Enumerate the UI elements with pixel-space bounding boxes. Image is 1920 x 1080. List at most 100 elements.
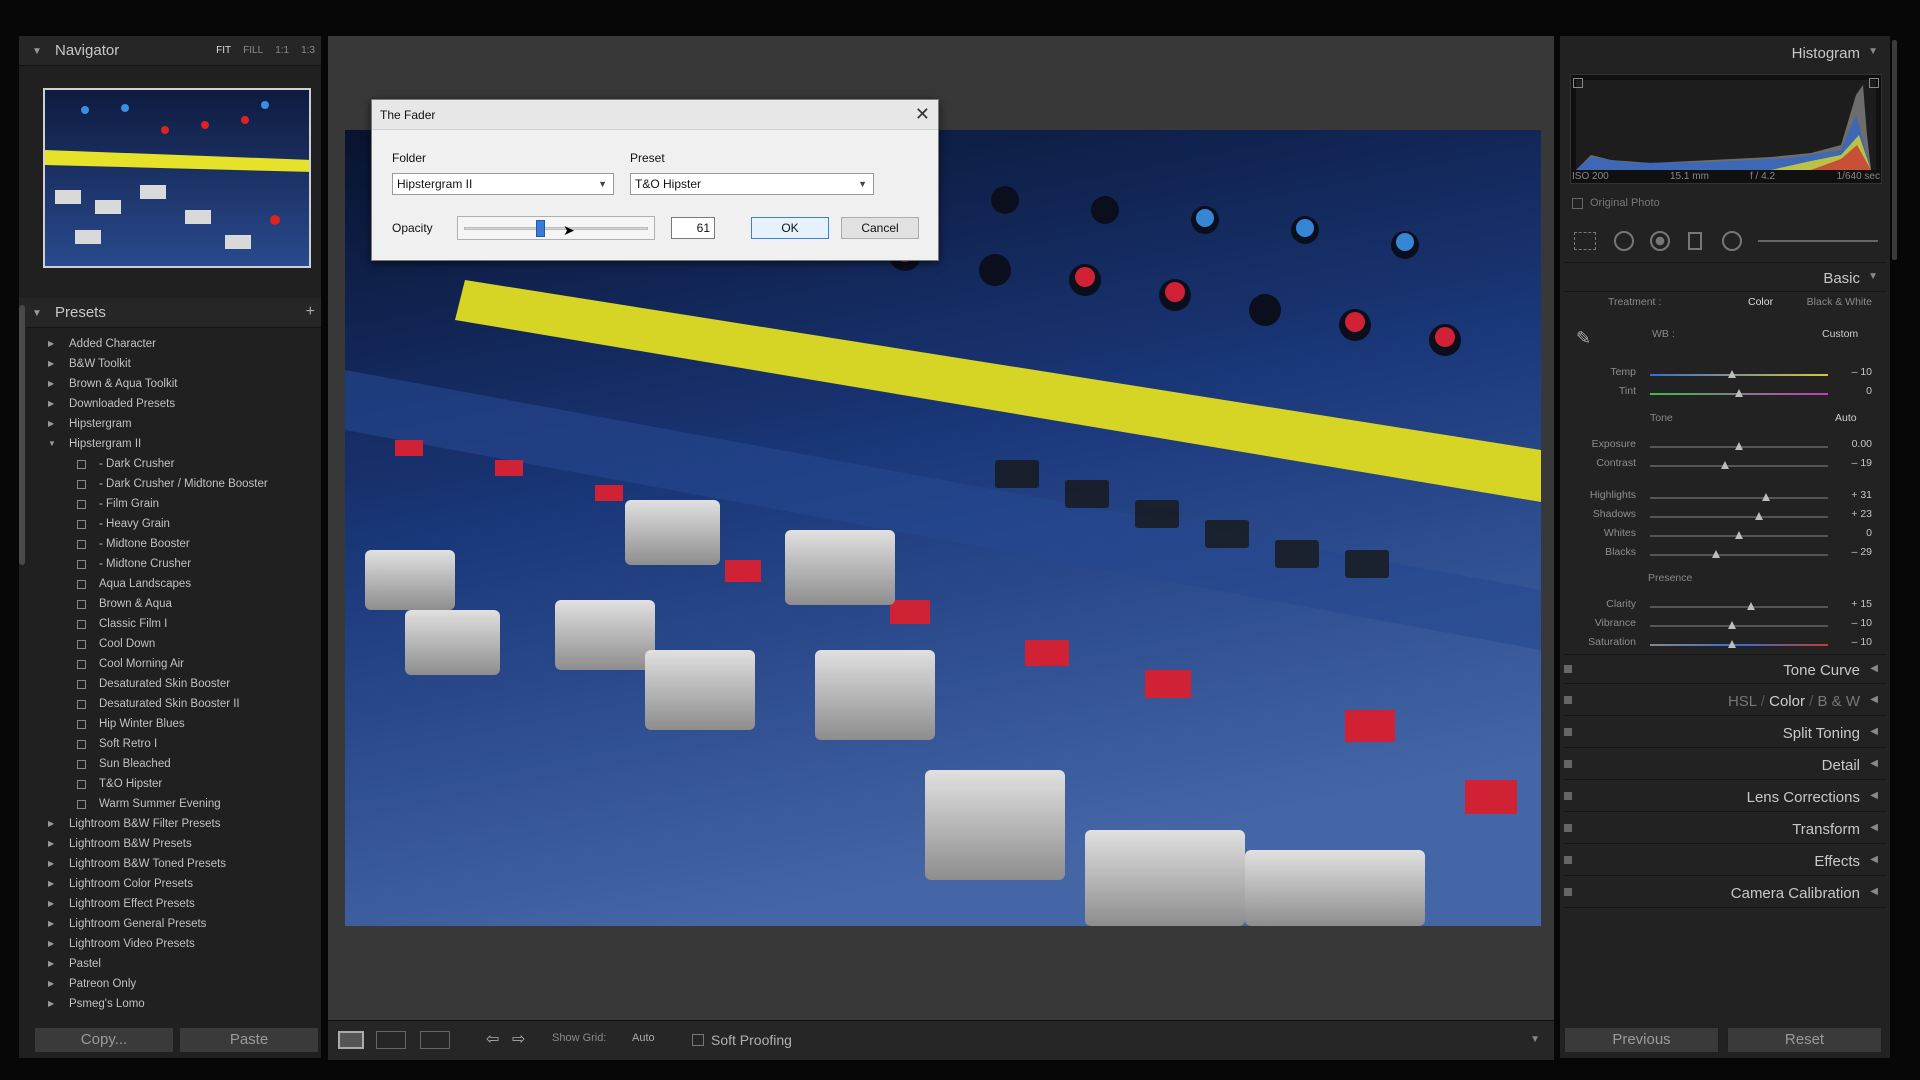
preset-folder[interactable]: ▶ Lightroom Video Presets (27, 934, 321, 954)
toolbar-menu-icon[interactable]: ▼ (1530, 1034, 1540, 1045)
tab-hsl[interactable]: HSL (1728, 693, 1757, 710)
preset-folder[interactable]: ▶ B&W Toolkit (27, 354, 321, 374)
slider-whites[interactable]: Whites 0 (1564, 527, 1886, 545)
expand-triangle-icon[interactable]: ◀ (1870, 694, 1878, 705)
hsl-header[interactable]: HSL / Color / B & W ◀ (1564, 686, 1886, 716)
before-after-split-icon[interactable] (420, 1031, 450, 1049)
effects-header[interactable]: Effects ◀ (1564, 846, 1886, 876)
preset-folder[interactable]: ▶ Lightroom General Presets (27, 914, 321, 934)
transform-header[interactable]: Transform ◀ (1564, 814, 1886, 844)
folder-collapsed-icon[interactable]: ▶ (48, 354, 54, 374)
slider-thumb[interactable] (1747, 602, 1756, 610)
slider-thumb[interactable] (1711, 550, 1720, 558)
slider-thumb[interactable] (1754, 512, 1763, 520)
preset-folder[interactable]: ▶ Lightroom Color Presets (27, 874, 321, 894)
folder-select[interactable]: Hipstergram II ▼ (392, 173, 614, 195)
slider-value[interactable]: – 29 (1832, 546, 1872, 558)
slider-value[interactable]: – 10 (1832, 617, 1872, 629)
slider-track[interactable] (1650, 516, 1828, 518)
treatment-color-option[interactable]: Color (1748, 296, 1773, 308)
arrow-right-icon[interactable]: ⇨ (512, 1029, 525, 1049)
preset-folder[interactable]: ▶ Added Character (27, 334, 321, 354)
opacity-input[interactable]: 61 (671, 217, 715, 239)
preset-item[interactable]: - Midtone Booster (27, 534, 321, 554)
preset-item[interactable]: Aqua Landscapes (27, 574, 321, 594)
zoom-fill[interactable]: FILL (243, 45, 263, 56)
preset-folder[interactable]: ▶ Hipstergram (27, 414, 321, 434)
slider-vibrance[interactable]: Vibrance – 10 (1564, 617, 1886, 635)
adjustment-brush-icon[interactable] (1758, 240, 1878, 242)
wb-select[interactable]: Custom (1822, 328, 1858, 340)
presets-header[interactable]: ▼ Presets + (19, 298, 321, 328)
panel-switch-icon[interactable] (1564, 728, 1572, 736)
preset-item[interactable]: Cool Morning Air (27, 654, 321, 674)
radial-filter-icon[interactable] (1722, 231, 1742, 251)
folder-expanded-icon[interactable]: ▼ (48, 434, 56, 454)
folder-collapsed-icon[interactable]: ▶ (48, 334, 54, 354)
crop-tool-icon[interactable] (1574, 232, 1596, 250)
reset-button[interactable]: Reset (1727, 1027, 1882, 1053)
show-grid-select[interactable]: Auto (632, 1032, 655, 1050)
slider-thumb[interactable] (1761, 493, 1770, 501)
zoom-fit[interactable]: FIT (216, 45, 231, 56)
preset-folder[interactable]: ▶ Lightroom B&W Filter Presets (27, 814, 321, 834)
slider-track[interactable] (1650, 606, 1828, 608)
histogram-graph[interactable] (1570, 74, 1882, 184)
slider-value[interactable]: 0.00 (1832, 438, 1872, 450)
tab-bw[interactable]: B & W (1817, 693, 1860, 710)
histogram-header[interactable]: Histogram ▼ (1564, 38, 1886, 68)
arrow-left-icon[interactable]: ⇦ (486, 1029, 499, 1049)
navigator-header[interactable]: ▼ Navigator FIT FILL 1:1 1:3 (19, 36, 321, 66)
slider-value[interactable]: – 10 (1832, 366, 1872, 378)
split-toning-header[interactable]: Split Toning ◀ (1564, 718, 1886, 748)
panel-switch-icon[interactable] (1564, 856, 1572, 864)
slider-thumb[interactable] (1727, 640, 1736, 648)
tone-curve-header[interactable]: Tone Curve ◀ (1564, 654, 1886, 684)
zoom-1-3[interactable]: 1:3 (301, 45, 315, 56)
zoom-1-1[interactable]: 1:1 (275, 45, 289, 56)
previous-button[interactable]: Previous (1564, 1027, 1719, 1053)
left-panel-scrollbar[interactable] (19, 305, 25, 565)
opacity-slider[interactable] (457, 216, 655, 240)
preset-folder[interactable]: ▶ Downloaded Presets (27, 394, 321, 414)
slider-track[interactable] (1650, 374, 1828, 376)
folder-collapsed-icon[interactable]: ▶ (48, 974, 54, 994)
expand-triangle-icon[interactable]: ◀ (1870, 886, 1878, 897)
slider-contrast[interactable]: Contrast – 19 (1564, 457, 1886, 475)
collapse-triangle-icon[interactable]: ▼ (1868, 46, 1878, 57)
panel-switch-icon[interactable] (1564, 888, 1572, 896)
slider-value[interactable]: + 15 (1832, 598, 1872, 610)
preset-folder[interactable]: ▶ Pastel (27, 954, 321, 974)
preset-item[interactable]: Brown & Aqua (27, 594, 321, 614)
preset-folder[interactable]: ▶ Lightroom Effect Presets (27, 894, 321, 914)
preset-item[interactable]: Desaturated Skin Booster II (27, 694, 321, 714)
spot-removal-icon[interactable] (1614, 231, 1634, 251)
slider-clarity[interactable]: Clarity + 15 (1564, 598, 1886, 616)
preset-folder[interactable]: ▶ Brown & Aqua Toolkit (27, 374, 321, 394)
slider-value[interactable]: 0 (1832, 385, 1872, 397)
lens-corrections-header[interactable]: Lens Corrections ◀ (1564, 782, 1886, 812)
preset-item[interactable]: Classic Film I (27, 614, 321, 634)
folder-collapsed-icon[interactable]: ▶ (48, 834, 54, 854)
slider-shadows[interactable]: Shadows + 23 (1564, 508, 1886, 526)
panel-switch-icon[interactable] (1564, 696, 1572, 704)
highlight-clipping-icon[interactable] (1869, 78, 1879, 88)
preset-item[interactable]: Sun Bleached (27, 754, 321, 774)
basic-header[interactable]: Basic ▼ (1564, 262, 1886, 292)
preset-item[interactable]: - Film Grain (27, 494, 321, 514)
folder-collapsed-icon[interactable]: ▶ (48, 394, 54, 414)
preset-item[interactable]: - Dark Crusher / Midtone Booster (27, 474, 321, 494)
right-panel-scrollbar[interactable] (1892, 40, 1897, 260)
slider-value[interactable]: 0 (1832, 527, 1872, 539)
expand-triangle-icon[interactable]: ◀ (1870, 726, 1878, 737)
preset-select[interactable]: T&O Hipster ▼ (630, 173, 874, 195)
folder-collapsed-icon[interactable]: ▶ (48, 954, 54, 974)
panel-switch-icon[interactable] (1564, 665, 1572, 673)
slider-thumb[interactable] (1727, 370, 1736, 378)
slider-value[interactable]: – 19 (1832, 457, 1872, 469)
slider-highlights[interactable]: Highlights + 31 (1564, 489, 1886, 507)
detail-header[interactable]: Detail ◀ (1564, 750, 1886, 780)
slider-value[interactable]: + 31 (1832, 489, 1872, 501)
white-balance-eyedropper-icon[interactable]: ✎ (1576, 328, 1591, 349)
collapse-triangle-icon[interactable]: ▼ (32, 46, 42, 57)
